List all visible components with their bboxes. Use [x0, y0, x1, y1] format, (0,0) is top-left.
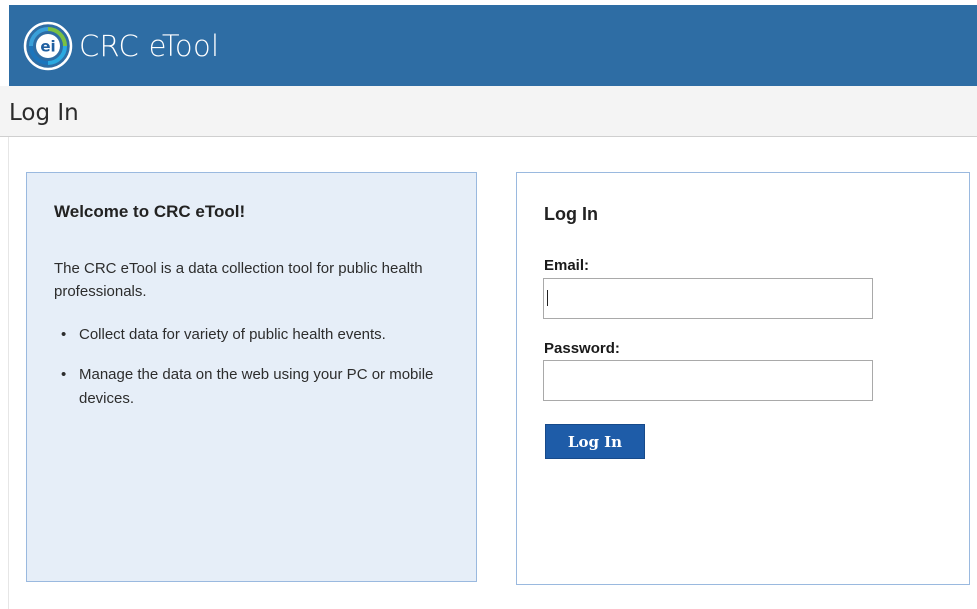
- feature-list: • Collect data for variety of public hea…: [54, 323, 454, 427]
- welcome-description: The CRC eTool is a data collection tool …: [54, 260, 423, 300]
- feature-item: • Manage the data on the web using your …: [54, 363, 454, 411]
- password-label: Password:: [544, 340, 620, 357]
- login-title: Log In: [544, 204, 598, 224]
- welcome-panel: Welcome to CRC eTool! The CRC eTool is a…: [26, 172, 477, 582]
- app-header: ei CRC eTool: [9, 5, 977, 86]
- app-title[interactable]: CRC eTool: [79, 29, 219, 63]
- login-button[interactable]: Log In: [545, 424, 645, 459]
- app-logo-icon[interactable]: ei: [23, 21, 73, 71]
- password-field[interactable]: [543, 360, 873, 401]
- feature-item: • Collect data for variety of public hea…: [54, 323, 454, 347]
- page-title: Log In: [9, 100, 79, 126]
- page-header: Log In: [0, 86, 977, 137]
- welcome-title: Welcome to CRC eTool!: [54, 202, 246, 221]
- left-divider: [8, 137, 9, 609]
- email-label: Email:: [544, 257, 590, 274]
- logo-text: ei: [40, 37, 55, 55]
- bullet-icon: •: [61, 366, 67, 383]
- feature-text: Collect data for variety of public healt…: [79, 326, 386, 343]
- feature-text: Manage the data on the web using your PC…: [79, 366, 434, 407]
- text-caret: [547, 290, 548, 306]
- bullet-icon: •: [61, 326, 67, 343]
- email-field[interactable]: [543, 278, 873, 319]
- login-form: Log In Email: Password: Log In: [516, 172, 970, 585]
